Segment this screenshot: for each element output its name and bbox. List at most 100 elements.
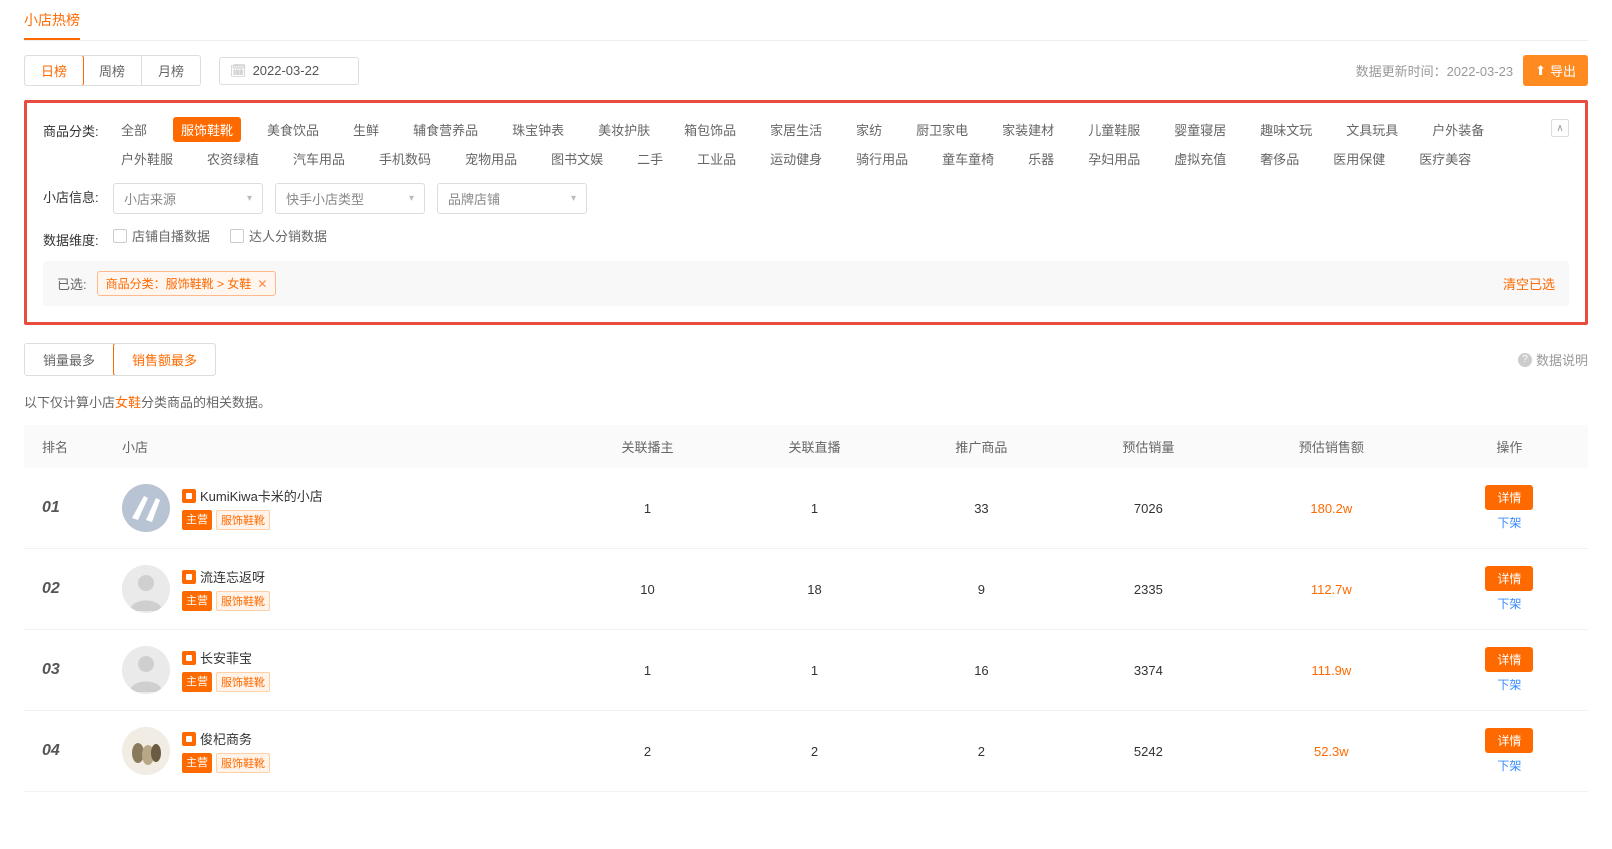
cell-sales: 112.7w — [1232, 549, 1431, 630]
shop-name[interactable]: 流连忘返呀 — [182, 567, 265, 586]
chevron-down-icon: ▾ — [409, 193, 414, 204]
category-item[interactable]: 宠物用品 — [457, 146, 525, 171]
shop-avatar[interactable] — [122, 484, 170, 532]
cell-anchor: 1 — [564, 630, 731, 711]
category-item[interactable]: 医用保健 — [1325, 146, 1393, 171]
category-item[interactable]: 美食饮品 — [259, 117, 327, 142]
cell-goods: 9 — [898, 549, 1065, 630]
category-item[interactable]: 户外装备 — [1424, 117, 1492, 142]
tag-main: 主营 — [182, 753, 212, 773]
category-item[interactable]: 二手 — [629, 146, 671, 171]
info-icon: ? — [1518, 353, 1532, 367]
detail-button[interactable]: 详情 — [1485, 485, 1533, 510]
category-item[interactable]: 乐器 — [1020, 146, 1062, 171]
category-item[interactable]: 孕妇用品 — [1080, 146, 1148, 171]
category-item[interactable]: 汽车用品 — [285, 146, 353, 171]
select-0[interactable]: 小店来源▾ — [113, 183, 263, 214]
cell-live: 1 — [731, 630, 898, 711]
shop-name[interactable]: KumiKiwa卡米的小店 — [182, 486, 323, 505]
date-picker[interactable]: 🗓 2022-03-22 — [219, 57, 359, 85]
collapse-button[interactable]: ∧ — [1551, 119, 1569, 137]
chevron-down-icon: ▾ — [571, 193, 576, 204]
shop-avatar[interactable] — [122, 646, 170, 694]
category-item[interactable]: 医疗美容 — [1411, 146, 1479, 171]
tag-main: 主营 — [182, 510, 212, 530]
tag-main: 主营 — [182, 672, 212, 692]
header-tab[interactable]: 小店热榜 — [24, 10, 80, 40]
table-row: 03长安菲宝主营服饰鞋靴11163374111.9w详情下架 — [24, 630, 1588, 711]
cell-goods: 33 — [898, 468, 1065, 549]
shop-name[interactable]: 俊杞商务 — [182, 729, 252, 748]
col-header: 推广商品 — [898, 425, 1065, 468]
category-item[interactable]: 工业品 — [689, 146, 744, 171]
category-item[interactable]: 骑行用品 — [848, 146, 916, 171]
category-item[interactable]: 厨卫家电 — [908, 117, 976, 142]
category-item[interactable]: 文具玩具 — [1338, 117, 1406, 142]
category-item[interactable]: 运动健身 — [762, 146, 830, 171]
category-item[interactable]: 箱包饰品 — [676, 117, 744, 142]
category-item[interactable]: 珠宝钟表 — [504, 117, 572, 142]
table-row: 02流连忘返呀主营服饰鞋靴101892335112.7w详情下架 — [24, 549, 1588, 630]
category-item[interactable]: 服饰鞋靴 — [173, 117, 241, 142]
cell-anchor: 2 — [564, 711, 731, 792]
tag-category: 服饰鞋靴 — [216, 591, 270, 611]
detail-button[interactable]: 详情 — [1485, 566, 1533, 591]
period-tab-2[interactable]: 月榜 — [142, 56, 200, 85]
offshelf-link[interactable]: 下架 — [1497, 676, 1521, 693]
category-list: 全部服饰鞋靴美食饮品生鲜辅食营养品珠宝钟表美妆护肤箱包饰品家居生活家纺厨卫家电家… — [113, 117, 1569, 171]
table-row: 01KumiKiwa卡米的小店主营服饰鞋靴11337026180.2w详情下架 — [24, 468, 1588, 549]
category-item[interactable]: 童车童椅 — [934, 146, 1002, 171]
category-item[interactable]: 家纺 — [848, 117, 890, 142]
rank-number: 02 — [42, 580, 60, 597]
category-item[interactable]: 生鲜 — [345, 117, 387, 142]
sort-tab-0[interactable]: 销量最多 — [25, 344, 114, 375]
category-item[interactable]: 图书文娱 — [543, 146, 611, 171]
col-header: 预估销售额 — [1232, 425, 1431, 468]
select-1[interactable]: 快手小店类型▾ — [275, 183, 425, 214]
checkbox-0[interactable]: 店铺自播数据 — [113, 226, 210, 245]
clear-filters-button[interactable]: 清空已选 — [1503, 274, 1555, 293]
period-tab-1[interactable]: 周榜 — [83, 56, 142, 85]
category-item[interactable]: 婴童寝居 — [1166, 117, 1234, 142]
remove-filter-icon[interactable]: ✕ — [257, 277, 267, 291]
sort-tab-1[interactable]: 销售额最多 — [113, 343, 216, 376]
category-item[interactable]: 家装建材 — [994, 117, 1062, 142]
tag-category: 服饰鞋靴 — [216, 510, 270, 530]
shop-avatar[interactable] — [122, 565, 170, 613]
offshelf-link[interactable]: 下架 — [1497, 514, 1521, 531]
category-item[interactable]: 手机数码 — [371, 146, 439, 171]
category-item[interactable]: 辅食营养品 — [405, 117, 486, 142]
calendar-icon: 🗓 — [230, 63, 247, 79]
category-item[interactable]: 美妆护肤 — [590, 117, 658, 142]
detail-button[interactable]: 详情 — [1485, 647, 1533, 672]
tag-category: 服饰鞋靴 — [216, 753, 270, 773]
tag-category: 服饰鞋靴 — [216, 672, 270, 692]
category-item[interactable]: 儿童鞋服 — [1080, 117, 1148, 142]
data-explain-link[interactable]: ? 数据说明 — [1518, 350, 1588, 369]
offshelf-link[interactable]: 下架 — [1497, 595, 1521, 612]
category-item[interactable]: 户外鞋服 — [113, 146, 181, 171]
category-item[interactable]: 全部 — [113, 117, 155, 142]
select-2[interactable]: 品牌店铺▾ — [437, 183, 587, 214]
shop-name[interactable]: 长安菲宝 — [182, 648, 252, 667]
cell-sales: 111.9w — [1232, 630, 1431, 711]
category-item[interactable]: 虚拟充值 — [1166, 146, 1234, 171]
col-header: 关联播主 — [564, 425, 731, 468]
export-button[interactable]: ⬆ 导出 — [1523, 55, 1588, 86]
col-header: 预估销量 — [1065, 425, 1232, 468]
col-header: 操作 — [1431, 425, 1588, 468]
period-tab-0[interactable]: 日榜 — [24, 55, 84, 86]
category-item[interactable]: 家居生活 — [762, 117, 830, 142]
note-line: 以下仅计算小店女鞋分类商品的相关数据。 — [24, 386, 1588, 425]
shop-avatar[interactable] — [122, 727, 170, 775]
detail-button[interactable]: 详情 — [1485, 728, 1533, 753]
checkbox-1[interactable]: 达人分销数据 — [230, 226, 327, 245]
category-item[interactable]: 农资绿植 — [199, 146, 267, 171]
offshelf-link[interactable]: 下架 — [1497, 757, 1521, 774]
cell-anchor: 10 — [564, 549, 731, 630]
category-item[interactable]: 趣味文玩 — [1252, 117, 1320, 142]
category-item[interactable]: 奢侈品 — [1252, 146, 1307, 171]
selected-filter-tag: 商品分类：服饰鞋靴 > 女鞋 ✕ — [97, 271, 277, 296]
chevron-down-icon: ▾ — [247, 193, 252, 204]
rank-number: 01 — [42, 499, 60, 516]
